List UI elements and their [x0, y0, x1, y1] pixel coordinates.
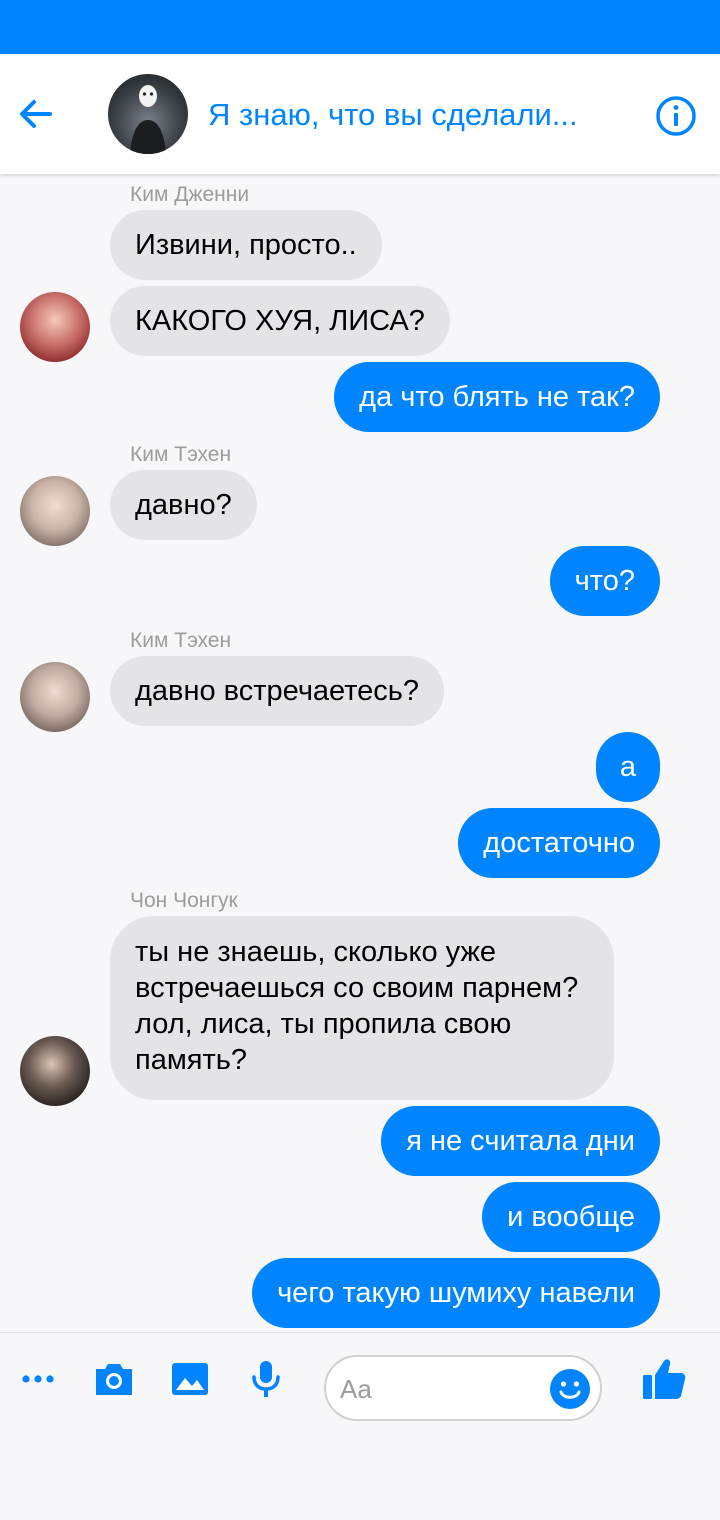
message-input-container — [324, 1355, 602, 1421]
message-input[interactable] — [340, 1369, 540, 1409]
gallery-button[interactable] — [166, 1355, 214, 1403]
emoji-button[interactable] — [548, 1367, 592, 1411]
info-button[interactable] — [654, 94, 698, 138]
incoming-message[interactable]: КАКОГО ХУЯ, ЛИСА? — [110, 286, 450, 356]
back-button[interactable] — [14, 92, 58, 136]
outgoing-message[interactable]: что? — [549, 546, 660, 616]
outgoing-message[interactable]: а — [595, 732, 660, 802]
outgoing-message[interactable]: достаточно — [458, 808, 660, 878]
camera-button[interactable] — [90, 1355, 138, 1403]
more-icon — [22, 1375, 54, 1383]
conversation-title[interactable]: Я знаю, что вы сделали... — [208, 96, 628, 134]
avatar[interactable] — [20, 662, 90, 732]
like-button[interactable] — [640, 1355, 688, 1403]
arrow-left-icon — [20, 100, 52, 128]
more-button[interactable] — [14, 1355, 62, 1403]
camera-icon — [96, 1364, 132, 1395]
image-icon — [172, 1363, 208, 1395]
avatar[interactable] — [20, 292, 90, 362]
voice-button[interactable] — [242, 1355, 290, 1403]
emoji-icon — [550, 1369, 590, 1409]
incoming-message[interactable]: ты не знаешь, сколько уже встречаешься с… — [110, 916, 614, 1100]
status-bar — [0, 0, 720, 54]
outgoing-message[interactable]: чего такую шумиху навели — [252, 1258, 660, 1328]
mask-figure-image — [130, 85, 166, 154]
incoming-message[interactable]: давно? — [110, 470, 257, 540]
outgoing-message[interactable]: и вообще — [482, 1182, 660, 1252]
avatar[interactable] — [20, 1036, 90, 1106]
avatar[interactable] — [20, 476, 90, 546]
group-avatar[interactable] — [108, 74, 188, 154]
incoming-message[interactable]: давно встречаетесь? — [110, 656, 445, 726]
outgoing-message[interactable]: да что блять не так? — [334, 362, 660, 432]
sender-name: Ким Тэхен — [130, 443, 232, 466]
sender-name: Чон Чонгук — [130, 889, 238, 912]
outgoing-message[interactable]: я не считала дни — [381, 1106, 660, 1176]
sender-name: Ким Дженни — [130, 183, 250, 206]
incoming-message[interactable]: Извини, просто.. — [110, 210, 382, 280]
composer-bar — [0, 1332, 720, 1520]
message-list[interactable]: Ким Дженни Извини, просто.. КАКОГО ХУЯ, … — [0, 174, 720, 1332]
chat-header: Я знаю, что вы сделали... — [0, 54, 720, 174]
microphone-icon — [252, 1361, 280, 1397]
thumbs-up-icon — [643, 1359, 686, 1399]
sender-name: Ким Тэхен — [130, 629, 232, 652]
info-icon — [656, 96, 696, 136]
